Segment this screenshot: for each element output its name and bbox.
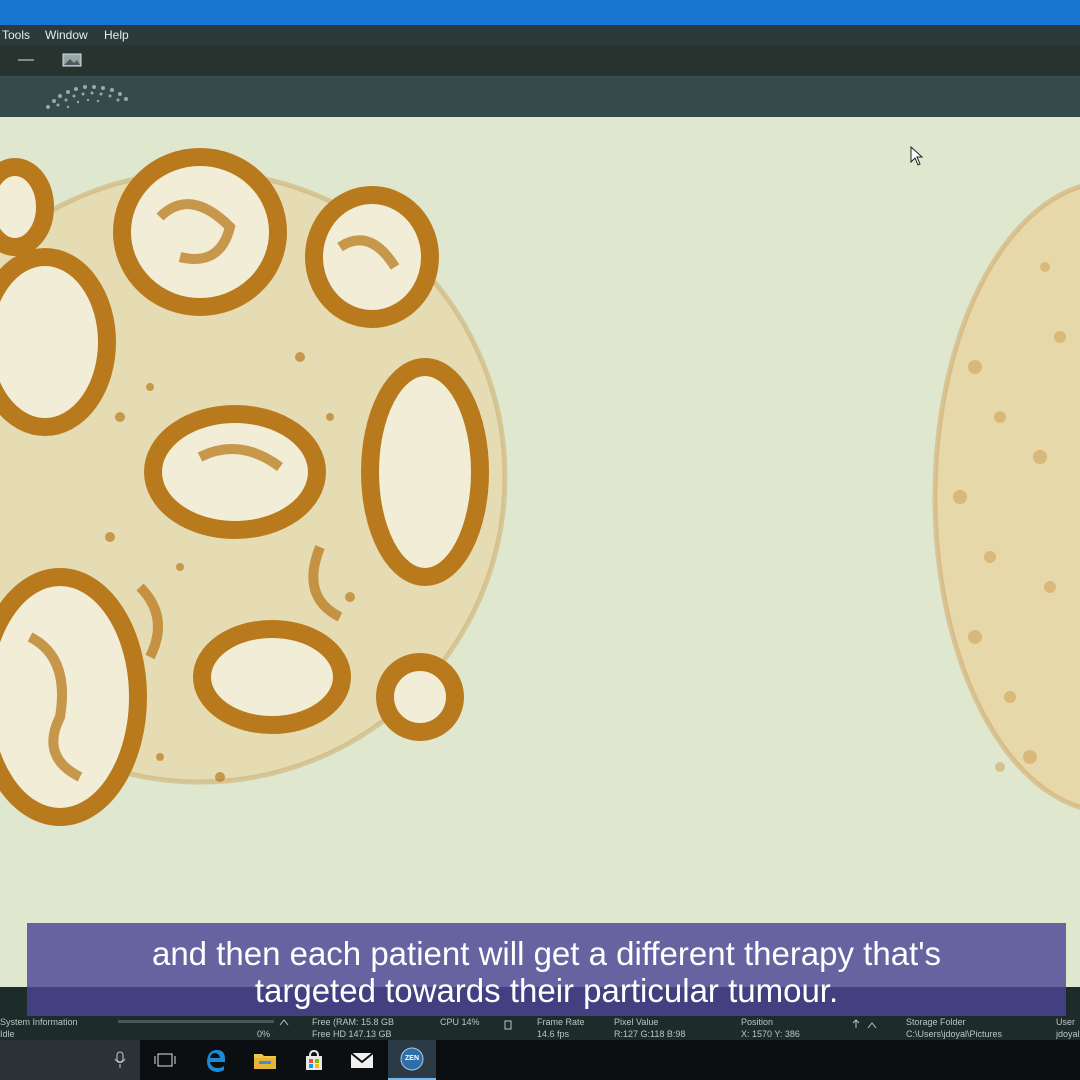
video-subtitle: and then each patient will get a differe… [27,923,1066,1016]
arrow-up-icon[interactable] [852,1019,860,1029]
zen-app-taskbar-button[interactable]: ZEN [388,1040,436,1080]
toolbar [0,45,1080,77]
zeiss-logo-watermark [46,85,128,109]
pixel-value-label: Pixel Value [614,1017,659,1027]
user-panel: User jdoyal [1056,1016,1080,1040]
ram-free-text: Free (RAM: 15.8 GB [312,1017,395,1027]
task-view-icon[interactable] [149,1044,181,1076]
position-label: Position [741,1017,774,1027]
right-tissue-core [932,184,1080,810]
chevron-up-icon[interactable] [279,1018,289,1026]
frame-rate-value: 14.6 fps [537,1029,570,1039]
subtitle-line-1: and then each patient will get a differe… [151,935,942,972]
system-information-panel: System Information Idle [0,1016,78,1040]
frame-rate-label: Frame Rate [537,1017,585,1027]
image-icon [62,53,82,67]
edge-browser-icon[interactable] [200,1044,232,1076]
subtitle-line-2: targeted towards their particular tumour… [254,972,839,1009]
menu-item-help[interactable]: Help [104,28,129,42]
snapshot-button[interactable] [62,53,82,72]
pixel-value-panel: Pixel Value R:127 G:118 B:98 [614,1016,685,1040]
view-header [0,77,1080,117]
battery-icon [504,1020,512,1030]
mail-icon[interactable] [346,1044,378,1076]
system-information-label: System Information [0,1017,78,1027]
cpu-usage-text: CPU 14% [440,1017,480,1027]
storage-folder-panel: Storage Folder C:\Users\jdoyal\Pictures [906,1016,1002,1040]
mouse-cursor-icon [910,146,924,166]
dash-icon [18,59,34,61]
menu-bar: Tools Window Help [0,25,1080,45]
position-panel: Position X: 1570 Y: 386 [741,1016,800,1040]
storage-folder-label: Storage Folder [906,1017,966,1027]
microphone-icon[interactable] [104,1044,136,1076]
system-information-value: Idle [0,1029,15,1039]
minimize-panel-button[interactable] [16,53,36,72]
file-explorer-icon[interactable] [249,1044,281,1076]
memory-panel: Free (RAM: 15.8 GB Free HD 147.13 GB [312,1016,394,1040]
windows-taskbar: ZEN [0,1040,1080,1080]
user-label: User [1056,1017,1076,1027]
user-name: jdoyal [1056,1029,1080,1039]
activity-percent: 0% [257,1029,271,1039]
activity-progress-bar [118,1020,274,1023]
tissue-microarray-image [0,148,1080,826]
hd-free-text: Free HD 147.13 GB [312,1029,392,1039]
image-viewer[interactable] [0,117,1080,987]
position-value: X: 1570 Y: 386 [741,1029,800,1039]
menu-item-tools[interactable]: Tools [2,28,30,42]
window-title-bar [0,0,1080,25]
store-icon[interactable] [298,1044,330,1076]
chevron-up-icon[interactable] [867,1021,877,1029]
left-tissue-core [0,148,508,826]
storage-folder-path: C:\Users\jdoyal\Pictures [906,1029,1003,1039]
menu-item-window[interactable]: Window [45,28,88,42]
frame-rate-panel: Frame Rate 14.6 fps [537,1016,585,1040]
pixel-value-text: R:127 G:118 B:98 [614,1029,686,1039]
zen-app-label: ZEN [405,1055,419,1062]
